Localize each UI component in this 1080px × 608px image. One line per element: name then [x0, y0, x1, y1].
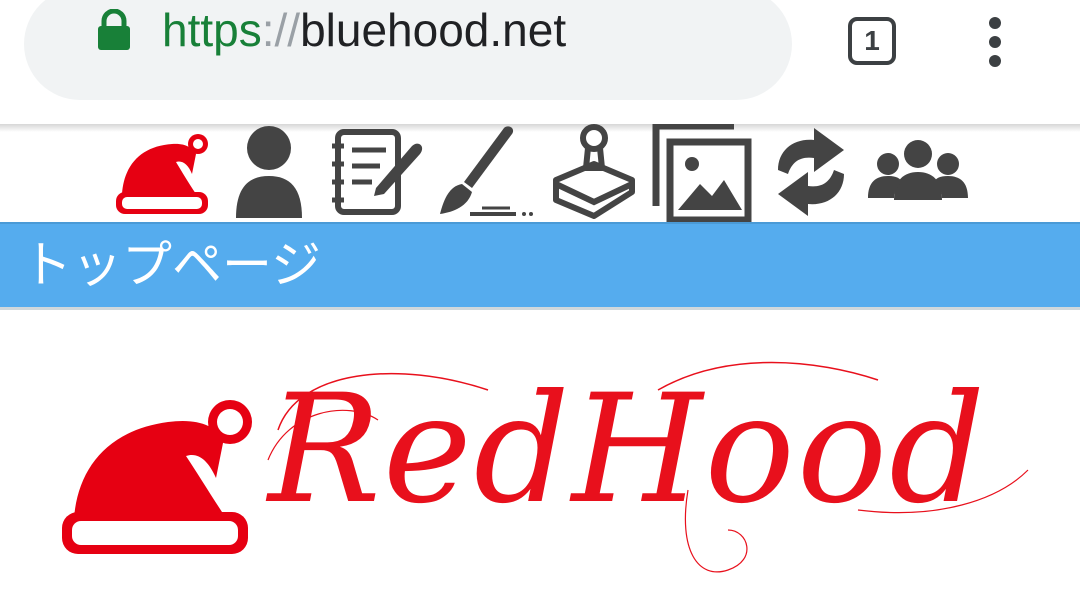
- more-vert-icon[interactable]: [980, 16, 1010, 68]
- paintbrush-icon[interactable]: [436, 124, 536, 220]
- user-icon[interactable]: [234, 124, 304, 220]
- tab-count: 1: [864, 25, 880, 56]
- url-host: bluehood.net: [300, 4, 567, 56]
- tab-switcher-button[interactable]: 1: [848, 17, 896, 65]
- logo-text: RedHood: [268, 363, 988, 537]
- group-icon[interactable]: [868, 124, 968, 220]
- site-nav: [0, 124, 1080, 222]
- stamp-icon[interactable]: [548, 124, 638, 220]
- page-title: トップページ: [22, 237, 321, 293]
- url-separator: ://: [261, 4, 301, 56]
- site-logo[interactable]: RedHood: [58, 350, 1038, 590]
- url-scheme: https: [162, 4, 262, 56]
- notebook-icon[interactable]: [330, 124, 426, 216]
- santa-hat-icon[interactable]: [112, 124, 212, 220]
- images-icon[interactable]: [652, 124, 752, 222]
- santa-hat-logo-icon: [62, 400, 252, 554]
- address-bar[interactable]: https://bluehood.net: [24, 0, 792, 100]
- url-text[interactable]: https://bluehood.net: [162, 2, 566, 58]
- sync-icon[interactable]: [770, 124, 852, 220]
- page-title-bar: トップページ: [0, 222, 1080, 310]
- lock-icon: [98, 9, 130, 50]
- browser-toolbar: https://bluehood.net 1: [0, 0, 1080, 124]
